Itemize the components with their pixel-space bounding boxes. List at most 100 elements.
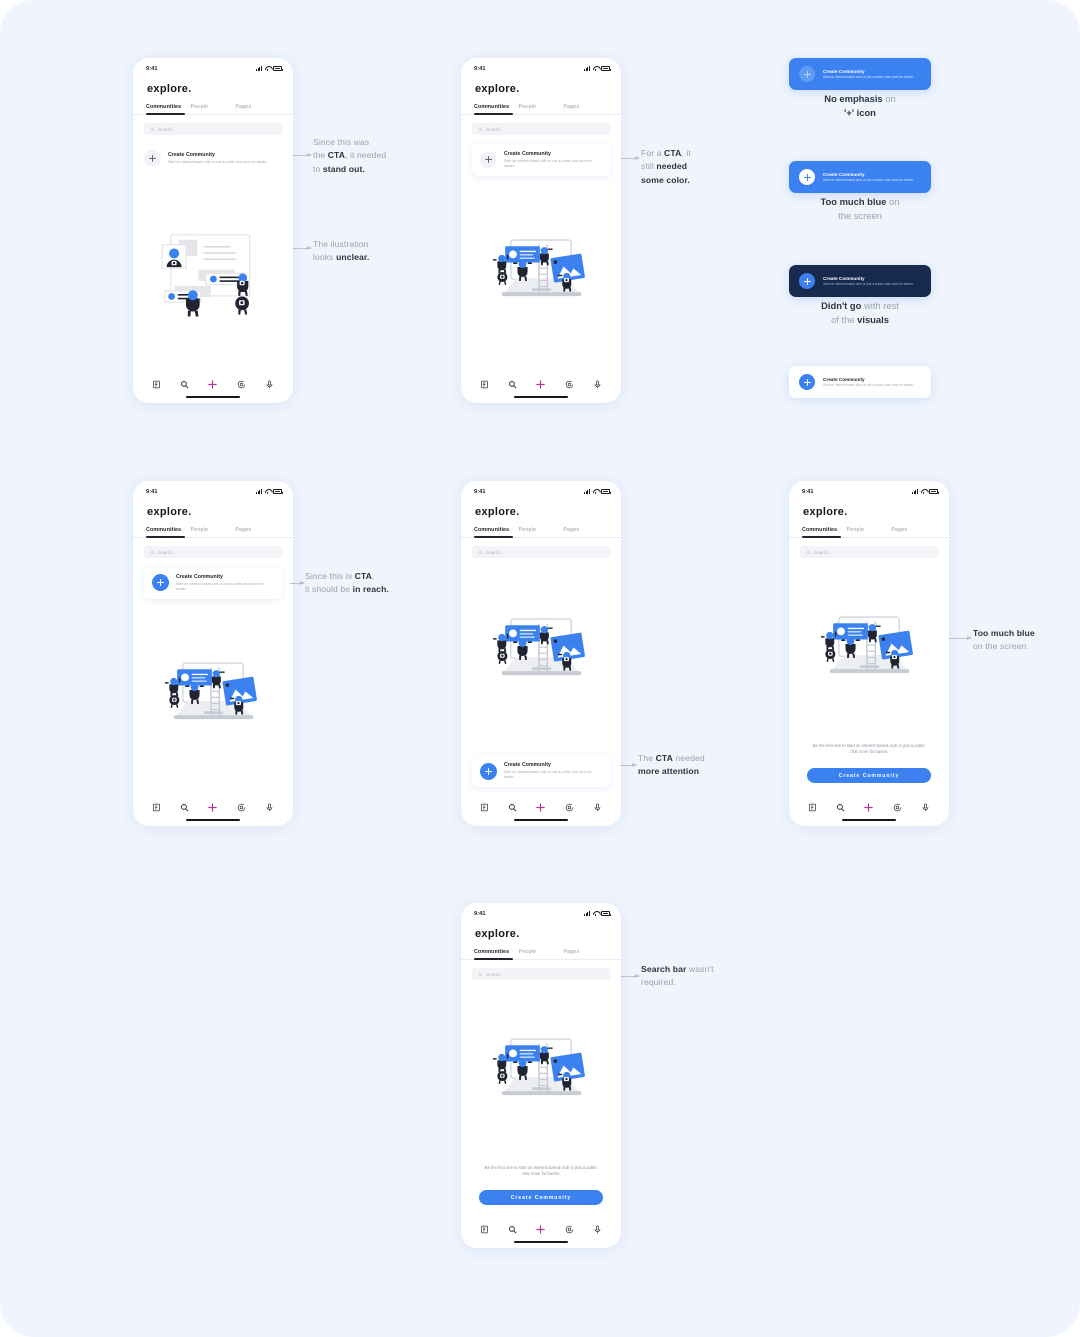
chat-icon[interactable] — [237, 380, 246, 389]
tab-pages[interactable]: Pages — [235, 527, 280, 537]
tab-communities[interactable]: Communities — [474, 527, 519, 538]
phone-screen-2: 9:41 explore. Communities People Pages Sear… — [461, 58, 621, 403]
mic-icon[interactable] — [265, 803, 274, 812]
search-input[interactable]: Search — [472, 123, 610, 135]
home-indicator — [186, 819, 240, 821]
cta-title: Create Community — [168, 152, 215, 159]
bottom-nav — [789, 795, 949, 819]
variant-3-caption: Didn't go with rest of the visuals — [821, 300, 899, 326]
mic-icon[interactable] — [921, 803, 930, 812]
cta-subtitle: Start an interest based club or just a p… — [176, 581, 264, 591]
tab-bar: Communities People Pages — [789, 527, 949, 538]
tab-people[interactable]: People — [519, 527, 564, 537]
illustration-area — [461, 558, 621, 746]
feed-icon[interactable] — [480, 380, 489, 389]
signal-icon — [256, 489, 262, 494]
cta-subtitle: Start an interest based club or just a p… — [504, 158, 592, 168]
tab-communities[interactable]: Communities — [474, 949, 519, 960]
tab-pages[interactable]: Pages — [235, 104, 280, 114]
create-community-cta[interactable]: Create Community Start an interest based… — [472, 755, 610, 787]
anno-needed-color: For a CTA, it still needed some color. — [641, 148, 691, 185]
tab-people[interactable]: People — [519, 104, 564, 114]
variant-title: Create Community — [823, 171, 865, 177]
tab-communities[interactable]: Communities — [474, 104, 519, 115]
tab-pages[interactable]: Pages — [891, 527, 936, 537]
tab-people[interactable]: People — [847, 527, 892, 537]
variant-4-create-community-button[interactable]: Create Community Start an interest based… — [789, 366, 931, 398]
mic-icon[interactable] — [593, 380, 602, 389]
plus-icon — [799, 66, 815, 82]
feed-icon[interactable] — [480, 803, 489, 812]
mic-icon[interactable] — [593, 803, 602, 812]
search-icon[interactable] — [836, 803, 845, 812]
create-community-button[interactable]: Create Community — [807, 768, 931, 783]
tab-communities[interactable]: Communities — [802, 527, 847, 538]
status-time: 9:41 — [474, 65, 486, 72]
wifi-icon — [593, 66, 599, 72]
status-bar: 9:41 — [789, 481, 949, 497]
home-indicator — [514, 819, 568, 821]
tab-people[interactable]: People — [191, 527, 236, 537]
tab-communities[interactable]: Communities — [146, 104, 191, 115]
search-input[interactable]: Search — [800, 546, 938, 558]
create-community-cta[interactable]: Create Community Start an interest based… — [144, 567, 282, 599]
search-placeholder: Search — [158, 126, 173, 132]
empty-state-text: Be the first one to start an interest ba… — [812, 742, 926, 755]
signal-icon — [584, 66, 590, 71]
feed-icon[interactable] — [480, 1225, 489, 1234]
feed-icon[interactable] — [152, 803, 161, 812]
app-brand: explore. — [147, 83, 192, 95]
anno-illustration-unclear-arrow — [293, 245, 312, 250]
search-icon[interactable] — [508, 803, 517, 812]
variant-2-create-community-button[interactable]: Create Community Start an interest based… — [789, 161, 931, 193]
tab-pages[interactable]: Pages — [563, 104, 608, 114]
signal-icon — [584, 911, 590, 916]
search-icon[interactable] — [180, 803, 189, 812]
search-icon — [150, 127, 155, 132]
chat-icon[interactable] — [237, 803, 246, 812]
variant-1-create-community-button[interactable]: Create Community Start an interest based… — [789, 58, 931, 90]
search-icon — [478, 550, 483, 555]
plus-icon[interactable] — [207, 379, 218, 390]
feed-icon[interactable] — [152, 380, 161, 389]
illustration-area — [789, 558, 949, 743]
search-input[interactable]: Search — [472, 968, 610, 980]
status-time: 9:41 — [146, 65, 158, 72]
search-input[interactable]: Search — [144, 546, 282, 558]
plus-icon[interactable] — [207, 802, 218, 813]
chat-icon[interactable] — [565, 803, 574, 812]
plus-icon[interactable] — [535, 1224, 546, 1235]
plus-icon[interactable] — [863, 802, 874, 813]
feed-icon[interactable] — [808, 803, 817, 812]
variant-3-create-community-button[interactable]: Create Community Start an interest based… — [789, 265, 931, 297]
tab-pages[interactable]: Pages — [563, 527, 608, 537]
tab-communities[interactable]: Communities — [146, 527, 191, 538]
chat-icon[interactable] — [565, 380, 574, 389]
create-community-cta[interactable]: Create Community Start an interest based… — [472, 144, 610, 176]
bottom-nav — [461, 372, 621, 396]
search-input[interactable]: Search — [472, 546, 610, 558]
tab-people[interactable]: People — [519, 949, 564, 959]
status-bar: 9:41 — [461, 481, 621, 497]
cta-subtitle: Start an interest based club or just a p… — [504, 769, 592, 779]
search-icon[interactable] — [508, 1225, 517, 1234]
tab-bar: Communities People Pages — [133, 104, 293, 115]
chat-icon[interactable] — [565, 1225, 574, 1234]
mic-icon[interactable] — [265, 380, 274, 389]
anno-more-attention: The CTA needed more attention — [638, 753, 705, 777]
plus-icon[interactable] — [535, 802, 546, 813]
phone-screen-5: 9:41 explore. Communities People Pages Sear… — [789, 481, 949, 826]
create-community-cta[interactable]: Create Community Start an interest based… — [144, 144, 282, 173]
tab-people[interactable]: People — [191, 104, 236, 114]
mic-icon[interactable] — [593, 1225, 602, 1234]
plus-icon[interactable] — [535, 379, 546, 390]
search-icon — [806, 550, 811, 555]
tab-bar: Communities People Pages — [461, 527, 621, 538]
search-icon[interactable] — [508, 380, 517, 389]
search-icon[interactable] — [180, 380, 189, 389]
create-community-button[interactable]: Create Community — [479, 1190, 603, 1205]
tab-pages[interactable]: Pages — [563, 949, 608, 959]
search-input[interactable]: Search — [144, 123, 282, 135]
anno-illustration-unclear: The ilustration looks unclear. — [313, 239, 370, 263]
chat-icon[interactable] — [893, 803, 902, 812]
